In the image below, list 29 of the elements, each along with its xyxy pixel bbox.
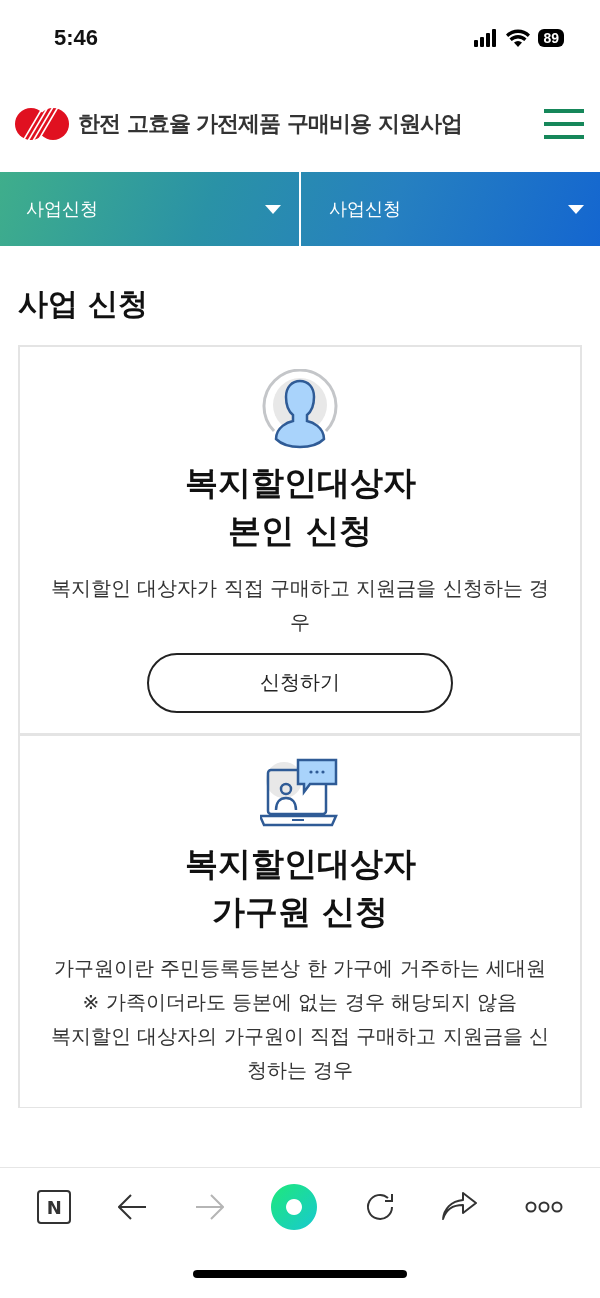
wifi-icon [506, 29, 531, 47]
menu-button[interactable] [544, 109, 584, 139]
battery-level: 89 [538, 29, 564, 47]
more-button[interactable] [524, 1201, 563, 1213]
share-icon [442, 1192, 479, 1222]
forward-icon [194, 1194, 225, 1220]
caret-icon [568, 204, 584, 214]
more-icon [524, 1201, 563, 1213]
home-button[interactable]: N [37, 1190, 72, 1224]
card-description: 복지할인 대상자의 가구원이 직접 구매하고 지원금을 신청하는 경우 [49, 1023, 551, 1085]
card-description: 복지할인 대상자가 직접 구매하고 지원금을 신청하는 경우 [49, 574, 551, 636]
card-title: 복지할인대상자 가구원 신청 [184, 842, 416, 933]
caret-icon [265, 204, 281, 214]
logo-icon [14, 107, 70, 141]
person-icon [260, 369, 340, 449]
share-button[interactable] [442, 1192, 479, 1222]
status-time: 5:46 [54, 25, 99, 51]
card-description: ※ 가족이더라도 등본에 없는 경우 해당되지 않음 [82, 989, 518, 1017]
back-icon [117, 1194, 148, 1220]
signal-icon [474, 29, 499, 47]
apply-button[interactable]: 신청하기 [147, 652, 453, 713]
ring-icon [270, 1184, 317, 1230]
page-title: 사업 신청 [18, 285, 150, 323]
nav-dropdown[interactable]: 사업신청 [303, 172, 600, 246]
site-title: 한전 고효율 가전제품 구매비용 지원사업 [78, 110, 462, 138]
menu-icon [544, 109, 584, 139]
card-description: 가구원이란 주민등록등본상 한 가구에 거주하는 세대원 [54, 955, 546, 983]
back-button[interactable] [117, 1194, 148, 1220]
card-title: 복지할인대상자 본인 신청 [184, 462, 416, 552]
